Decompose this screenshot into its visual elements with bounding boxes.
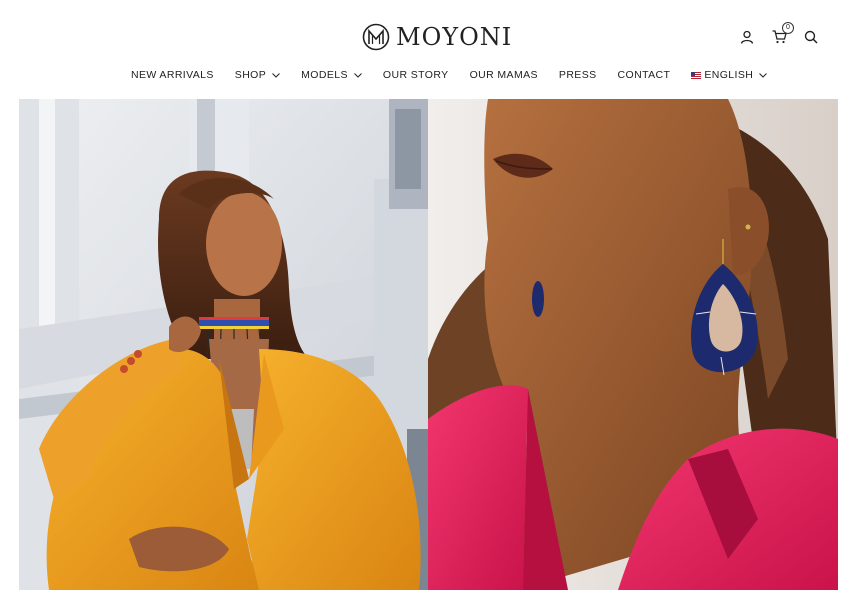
brand-name: MOYONI <box>396 23 513 51</box>
nav-new-arrivals[interactable]: NEW ARRIVALS <box>131 69 214 81</box>
nav-label: PRESS <box>558 69 597 81</box>
nav-models[interactable]: MODELS <box>301 69 362 81</box>
language-selector[interactable]: ENGLISH <box>691 69 768 81</box>
nav-label: SHOP <box>234 69 267 81</box>
cart-count-badge: 0 <box>782 22 794 34</box>
nav-shop[interactable]: SHOP <box>234 69 281 81</box>
language-label: ENGLISH <box>704 69 754 81</box>
hero-photo-right[interactable] <box>428 99 838 590</box>
nav-label: OUR STORY <box>382 69 449 81</box>
nav-press[interactable]: PRESS <box>559 69 597 81</box>
search-icon[interactable] <box>802 28 820 46</box>
nav-contact[interactable]: CONTACT <box>618 69 671 81</box>
site-header: MOYONI 0 NEW ARRIVALS SHOP MODELS OUR ST… <box>0 0 857 98</box>
logo-emblem-icon <box>362 23 390 51</box>
account-icon[interactable] <box>738 28 756 46</box>
main-nav: NEW ARRIVALS SHOP MODELS OUR STORY OUR M… <box>131 69 788 81</box>
hero-photo-left[interactable] <box>19 99 428 590</box>
brand-logo[interactable]: MOYONI <box>362 22 512 52</box>
cart-icon[interactable]: 0 <box>770 22 794 46</box>
nav-our-mamas[interactable]: OUR MAMAS <box>470 69 538 81</box>
nav-our-story[interactable]: OUR STORY <box>383 69 449 81</box>
chevron-down-icon <box>272 72 281 78</box>
nav-label: OUR MAMAS <box>469 69 538 81</box>
us-flag-icon <box>691 71 702 79</box>
nav-label: NEW ARRIVALS <box>131 69 214 81</box>
nav-label: MODELS <box>301 69 348 81</box>
chevron-down-icon <box>759 72 768 78</box>
nav-label: CONTACT <box>617 69 671 81</box>
chevron-down-icon <box>354 72 362 78</box>
hero-banner <box>19 99 838 590</box>
header-icons: 0 <box>738 22 820 46</box>
